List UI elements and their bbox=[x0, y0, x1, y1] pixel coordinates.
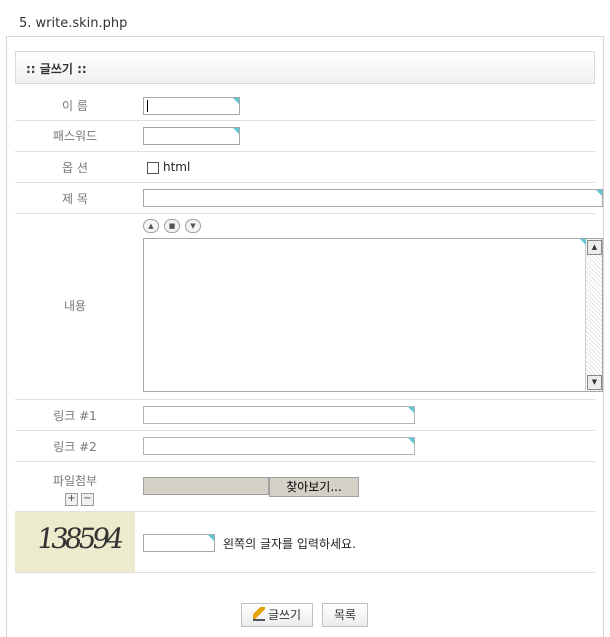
content-row: 내용 ▲ ■ ▼ ▲ ▼ bbox=[15, 214, 603, 400]
subject-row: 제 목 bbox=[15, 183, 603, 214]
scroll-up-arrow[interactable]: ▲ bbox=[587, 240, 602, 255]
list-button[interactable]: 목록 bbox=[322, 603, 368, 627]
browse-button[interactable]: 찾아보기... bbox=[269, 477, 359, 497]
captcha-row: 138594 왼쪽의 글자를 입력하세요. bbox=[15, 512, 595, 573]
html-checkbox-label: html bbox=[163, 160, 191, 174]
form-title: :: 글쓰기 :: bbox=[26, 62, 87, 76]
captcha-code: 138594 bbox=[34, 522, 123, 555]
link1-row: 링크 #1 bbox=[15, 400, 595, 431]
page-caption: 5. write.skin.php bbox=[19, 16, 128, 31]
name-input[interactable] bbox=[143, 97, 240, 115]
option-row: 옵 션 html bbox=[15, 152, 595, 183]
file-label: 파일첨부 bbox=[52, 474, 98, 488]
file-row: 파일첨부 + − 찾아보기... bbox=[15, 462, 595, 512]
pencil-icon bbox=[252, 607, 265, 621]
option-label: 옵 션 bbox=[62, 161, 88, 175]
link2-row: 링크 #2 bbox=[15, 431, 595, 462]
link1-input[interactable] bbox=[143, 406, 415, 424]
write-submit-button[interactable]: 글쓰기 bbox=[241, 603, 313, 627]
password-label: 패스워드 bbox=[52, 129, 98, 143]
name-label: 이 름 bbox=[62, 99, 88, 113]
content-textarea[interactable]: ▲ ▼ bbox=[143, 238, 603, 392]
link2-input[interactable] bbox=[143, 437, 415, 455]
html-checkbox[interactable] bbox=[147, 162, 159, 174]
write-form-panel: :: 글쓰기 :: 이 름 패스워드 옵 션 html 제 목 내용 ▲ ■ ▼… bbox=[6, 36, 604, 637]
password-input[interactable] bbox=[143, 127, 240, 145]
remove-file-button[interactable]: − bbox=[81, 493, 94, 506]
form-title-bar: :: 글쓰기 :: bbox=[15, 51, 595, 84]
file-path-field[interactable] bbox=[143, 477, 269, 495]
name-row: 이 름 bbox=[15, 89, 595, 121]
captcha-input[interactable] bbox=[143, 534, 215, 552]
textarea-reset-button[interactable]: ■ bbox=[164, 219, 180, 233]
textarea-shrink-button[interactable]: ▲ bbox=[143, 219, 159, 233]
password-row: 패스워드 bbox=[15, 121, 595, 152]
subject-input[interactable] bbox=[143, 189, 603, 207]
textarea-expand-button[interactable]: ▼ bbox=[185, 219, 201, 233]
subject-label: 제 목 bbox=[62, 192, 88, 206]
captcha-image: 138594 bbox=[15, 512, 135, 572]
textarea-scrollbar[interactable]: ▲ ▼ bbox=[585, 239, 602, 391]
add-file-button[interactable]: + bbox=[65, 493, 78, 506]
link1-label: 링크 #1 bbox=[53, 409, 97, 423]
link2-label: 링크 #2 bbox=[53, 440, 97, 454]
text-caret bbox=[147, 100, 148, 112]
content-label: 내용 bbox=[63, 299, 87, 313]
scroll-down-arrow[interactable]: ▼ bbox=[587, 375, 602, 390]
write-button-label: 글쓰기 bbox=[267, 608, 302, 622]
captcha-hint: 왼쪽의 글자를 입력하세요. bbox=[223, 537, 356, 551]
